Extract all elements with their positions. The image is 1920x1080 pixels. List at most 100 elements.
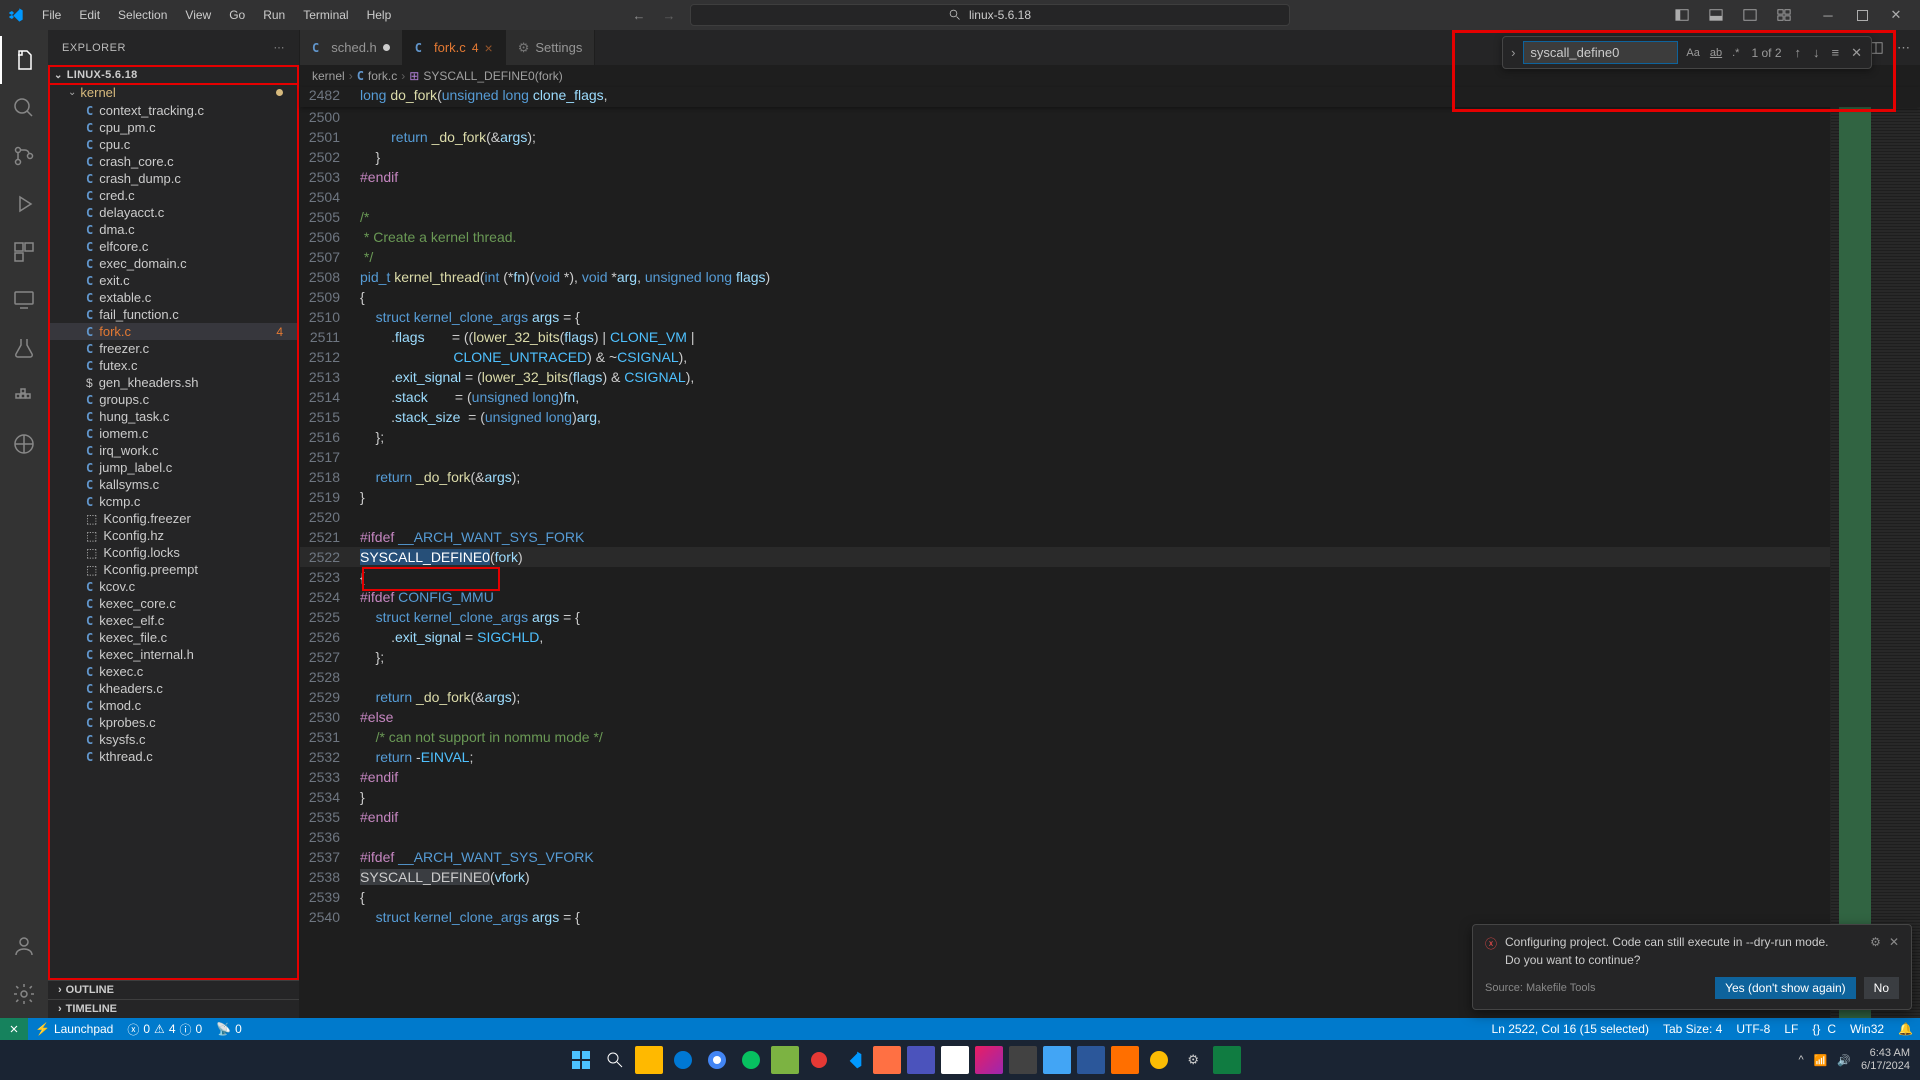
- find-prev-icon[interactable]: ↑: [1792, 45, 1805, 60]
- status-problems[interactable]: ⓧ0 ⚠4 ⓘ0: [120, 1018, 209, 1040]
- code-line[interactable]: 2506 * Create a kernel thread.: [300, 227, 1830, 247]
- find-expand-icon[interactable]: ›: [1509, 45, 1517, 60]
- activity-account-icon[interactable]: [0, 922, 48, 970]
- status-lang[interactable]: {}C: [1805, 1018, 1843, 1040]
- code-line[interactable]: 2518 return _do_fork(&args);: [300, 467, 1830, 487]
- code-line[interactable]: 2508pid_t kernel_thread(int (*fn)(void *…: [300, 267, 1830, 287]
- activity-scm-icon[interactable]: [0, 132, 48, 180]
- file-row[interactable]: Cfail_function.c: [50, 306, 297, 323]
- file-row[interactable]: ⬚Kconfig.locks: [50, 544, 297, 561]
- nav-forward-icon[interactable]: →: [660, 6, 678, 24]
- app-icon[interactable]: [805, 1046, 833, 1074]
- status-ports[interactable]: 📡0: [209, 1018, 249, 1040]
- breadcrumb-item[interactable]: kernel: [312, 69, 345, 83]
- menu-edit[interactable]: Edit: [71, 4, 108, 26]
- app-icon[interactable]: [941, 1046, 969, 1074]
- tab-settings[interactable]: ⚙ Settings: [506, 30, 596, 65]
- file-row[interactable]: Cksysfs.c: [50, 731, 297, 748]
- file-row[interactable]: Ckallsyms.c: [50, 476, 297, 493]
- file-row[interactable]: $gen_kheaders.sh: [50, 374, 297, 391]
- file-row[interactable]: Cdelayacct.c: [50, 204, 297, 221]
- status-launchpad[interactable]: ⚡Launchpad: [28, 1018, 120, 1040]
- layout-right-icon[interactable]: [1734, 3, 1766, 27]
- code-line[interactable]: 2519}: [300, 487, 1830, 507]
- menu-terminal[interactable]: Terminal: [295, 4, 356, 26]
- excel-icon[interactable]: [1213, 1046, 1241, 1074]
- file-row[interactable]: Cgroups.c: [50, 391, 297, 408]
- tab-fork-c[interactable]: C fork.c 4 ×: [403, 30, 506, 65]
- file-row[interactable]: Ckmod.c: [50, 697, 297, 714]
- code-line[interactable]: 2511 .flags = ((lower_32_bits(flags) | C…: [300, 327, 1830, 347]
- code-line[interactable]: 2524#ifdef CONFIG_MMU: [300, 587, 1830, 607]
- breadcrumb-item[interactable]: SYSCALL_DEFINE0(fork): [423, 69, 562, 83]
- file-row[interactable]: Ckheaders.c: [50, 680, 297, 697]
- breadcrumb-item[interactable]: fork.c: [368, 69, 397, 83]
- code-line[interactable]: 2528: [300, 667, 1830, 687]
- menu-help[interactable]: Help: [359, 4, 400, 26]
- code-line[interactable]: 2510 struct kernel_clone_args args = {: [300, 307, 1830, 327]
- file-row[interactable]: Cdma.c: [50, 221, 297, 238]
- file-fork-c[interactable]: C fork.c 4: [50, 323, 297, 340]
- yes-button[interactable]: Yes (don't show again): [1715, 977, 1856, 999]
- app-icon[interactable]: [975, 1046, 1003, 1074]
- outline-section[interactable]: ›OUTLINE: [48, 980, 299, 999]
- chrome-icon[interactable]: [703, 1046, 731, 1074]
- layout-bottom-icon[interactable]: [1700, 3, 1732, 27]
- code-content[interactable]: 25002501 return _do_fork(&args);2502 }25…: [300, 107, 1830, 1018]
- command-center[interactable]: linux-5.6.18: [690, 4, 1290, 26]
- app-icon[interactable]: [873, 1046, 901, 1074]
- app-icon[interactable]: [1043, 1046, 1071, 1074]
- code-line[interactable]: 2509{: [300, 287, 1830, 307]
- folder-kernel[interactable]: ⌄ kernel: [50, 83, 297, 102]
- code-line[interactable]: 2539{: [300, 887, 1830, 907]
- code-line[interactable]: 2527 };: [300, 647, 1830, 667]
- code-line[interactable]: 2526 .exit_signal = SIGCHLD,: [300, 627, 1830, 647]
- file-row[interactable]: Ckcov.c: [50, 578, 297, 595]
- status-os[interactable]: Win32: [1843, 1018, 1891, 1040]
- file-row[interactable]: Ckexec_elf.c: [50, 612, 297, 629]
- tab-sched-h[interactable]: C sched.h: [300, 30, 403, 65]
- wechat-icon[interactable]: [737, 1046, 765, 1074]
- nav-back-icon[interactable]: ←: [630, 6, 648, 24]
- layout-left-icon[interactable]: [1666, 3, 1698, 27]
- teams-icon[interactable]: [907, 1046, 935, 1074]
- file-row[interactable]: Cjump_label.c: [50, 459, 297, 476]
- code-line[interactable]: 2523{: [300, 567, 1830, 587]
- file-row[interactable]: Cfutex.c: [50, 357, 297, 374]
- wifi-icon[interactable]: 📶: [1814, 1054, 1828, 1067]
- system-tray[interactable]: ^ 📶 🔊 6:43 AM 6/17/2024: [1798, 1047, 1910, 1073]
- code-line[interactable]: 2504: [300, 187, 1830, 207]
- close-icon[interactable]: ×: [485, 40, 493, 56]
- code-line[interactable]: 2538SYSCALL_DEFINE0(vfork): [300, 867, 1830, 887]
- menu-run[interactable]: Run: [255, 4, 293, 26]
- file-row[interactable]: Ckprobes.c: [50, 714, 297, 731]
- settings-icon[interactable]: ⚙: [1179, 1046, 1207, 1074]
- status-cursor[interactable]: Ln 2522, Col 16 (15 selected): [1485, 1018, 1656, 1040]
- activity-lock-icon[interactable]: [0, 420, 48, 468]
- minimize-icon[interactable]: ─: [1812, 3, 1844, 27]
- code-line[interactable]: 2531 /* can not support in nommu mode */: [300, 727, 1830, 747]
- app-icon[interactable]: [1111, 1046, 1139, 1074]
- app-icon[interactable]: [1009, 1046, 1037, 1074]
- status-eol[interactable]: LF: [1777, 1018, 1805, 1040]
- taskbar-search-icon[interactable]: [601, 1046, 629, 1074]
- file-row[interactable]: ⬚Kconfig.hz: [50, 527, 297, 544]
- file-explorer-icon[interactable]: [635, 1046, 663, 1074]
- code-line[interactable]: 2514 .stack = (unsigned long)fn,: [300, 387, 1830, 407]
- code-line[interactable]: 2534}: [300, 787, 1830, 807]
- regex-icon[interactable]: .*: [1730, 46, 1741, 60]
- sticky-scroll[interactable]: 2482 long do_fork(unsigned long clone_fl…: [300, 87, 1920, 107]
- code-line[interactable]: 2503#endif: [300, 167, 1830, 187]
- sidebar-more-icon[interactable]: ⋯: [274, 41, 286, 54]
- code-line[interactable]: 2501 return _do_fork(&args);: [300, 127, 1830, 147]
- file-row[interactable]: Cirq_work.c: [50, 442, 297, 459]
- menu-selection[interactable]: Selection: [110, 4, 175, 26]
- maximize-icon[interactable]: [1846, 3, 1878, 27]
- code-area[interactable]: 25002501 return _do_fork(&args);2502 }25…: [300, 107, 1920, 1018]
- file-row[interactable]: Ckthread.c: [50, 748, 297, 765]
- code-line[interactable]: 2532 return -EINVAL;: [300, 747, 1830, 767]
- file-row[interactable]: Cexec_domain.c: [50, 255, 297, 272]
- activity-docker-icon[interactable]: [0, 372, 48, 420]
- file-tree[interactable]: ⌄ kernel Ccontext_tracking.cCcpu_pm.cCcp…: [48, 83, 299, 980]
- code-line[interactable]: 2516 };: [300, 427, 1830, 447]
